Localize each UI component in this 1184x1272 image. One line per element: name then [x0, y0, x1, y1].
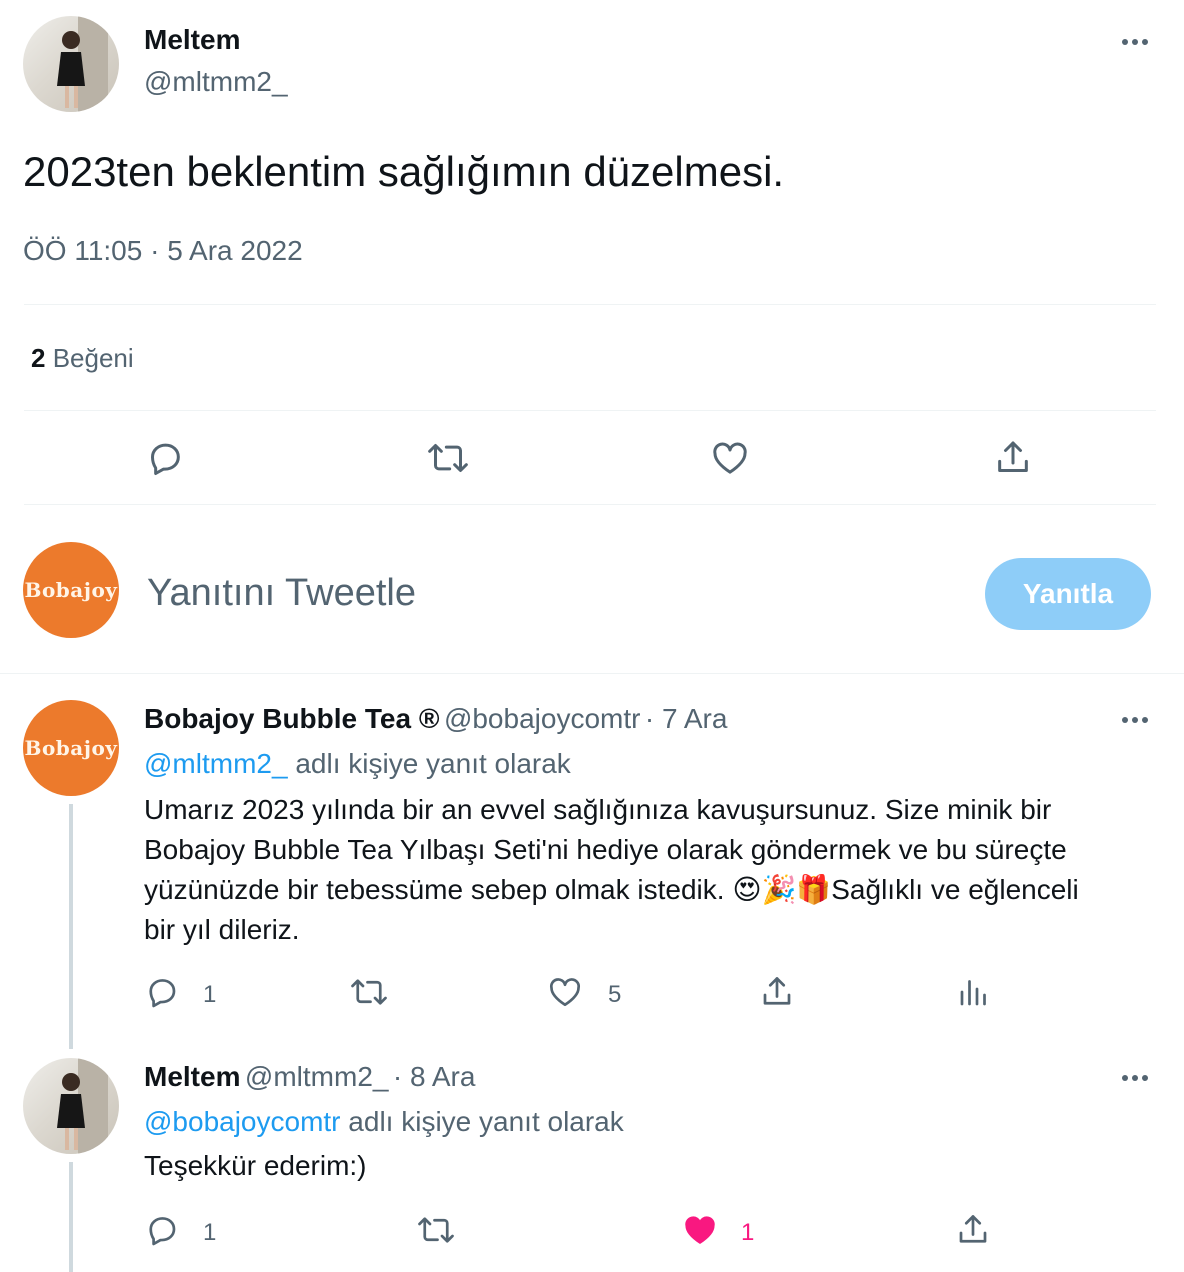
more-options-icon[interactable] [1122, 717, 1148, 723]
mention-link[interactable]: @bobajoycomtr [144, 1106, 341, 1137]
author-avatar[interactable] [23, 16, 119, 112]
like-icon[interactable] [547, 974, 583, 1010]
reply-icon[interactable] [144, 1212, 180, 1248]
reply-icon[interactable] [145, 438, 185, 478]
tweet-text: 2023ten beklentim sağlığımın düzelmesi. [23, 148, 785, 195]
likes-count: 2 [31, 343, 46, 373]
reply-date[interactable]: · 7 Ara [645, 703, 727, 734]
replying-to: @bobajoycomtr adlı kişiye yanıt olarak [144, 1106, 624, 1138]
likes-label: Beğeni [52, 343, 134, 373]
reply-text-line: yüzünüzde bir tebessüme sebep olmak iste… [144, 870, 1079, 910]
replying-to: @mltmm2_ adlı kişiye yanıt olarak [144, 748, 571, 780]
reply-button[interactable]: Yanıtla [985, 558, 1151, 630]
reply-header: Bobajoy Bubble Tea ® @bobajoycomtr · 7 A… [144, 703, 727, 735]
reply-date[interactable]: · 8 Ara [393, 1061, 475, 1092]
replying-to-label: adlı kişiye yanıt olarak [295, 748, 571, 779]
reply-text-line: Bobajoy Bubble Tea Yılbaşı Seti'ni hediy… [144, 834, 1067, 865]
person-photo [57, 16, 108, 112]
brand-logo-text: Bobajoy [24, 736, 118, 760]
divider [24, 504, 1156, 505]
reply-text: Umarız 2023 yılında bir an evvel sağlığı… [144, 790, 1079, 950]
retweet-icon[interactable] [416, 1212, 456, 1248]
share-icon[interactable] [993, 438, 1033, 478]
reply-count: 1 [203, 1219, 217, 1246]
reply-text-segment: Sağlıklı ve eğlenceli [831, 874, 1079, 905]
brand-logo-text: Bobajoy [24, 578, 118, 602]
reply-header: Meltem @mltmm2_ · 8 Ara [144, 1061, 475, 1093]
reply-text: Teşekkür ederim:) [144, 1150, 367, 1181]
emoji-group: 😍🎉🎁 [732, 873, 832, 906]
reply-text-line: Umarız 2023 yılında bir an evvel sağlığı… [144, 794, 1052, 825]
reply-icon[interactable] [144, 974, 180, 1010]
like-count: 5 [608, 981, 622, 1008]
reply-compose-input[interactable]: Yanıtını Tweetle [147, 572, 416, 615]
like-icon-active[interactable] [682, 1212, 718, 1248]
divider [24, 410, 1156, 411]
reply-avatar[interactable] [23, 1058, 119, 1154]
person-photo [57, 1058, 108, 1154]
replying-to-label: adlı kişiye yanıt olarak [348, 1106, 624, 1137]
thread-line [69, 1162, 73, 1272]
more-options-icon[interactable] [1122, 39, 1148, 45]
reply-author-handle[interactable]: @bobajoycomtr [444, 703, 641, 734]
thread-line [69, 804, 73, 1049]
reply-text-segment: yüzünüzde bir tebessüme sebep olmak iste… [144, 874, 733, 905]
analytics-icon[interactable] [956, 974, 992, 1010]
reply-text-line: bir yıl dileriz. [144, 914, 300, 945]
author-handle[interactable]: @mltmm2_ [144, 66, 288, 98]
reply-author-name[interactable]: Bobajoy Bubble Tea ® [144, 703, 439, 734]
retweet-icon[interactable] [426, 438, 470, 478]
likes-stat[interactable]: 2 Beğeni [31, 343, 134, 374]
reply-avatar[interactable]: Bobajoy [23, 700, 119, 796]
share-icon[interactable] [759, 974, 795, 1010]
share-icon[interactable] [955, 1212, 991, 1248]
more-options-icon[interactable] [1122, 1075, 1148, 1081]
current-user-avatar[interactable]: Bobajoy [23, 542, 119, 638]
reply-count: 1 [203, 981, 217, 1008]
mention-link[interactable]: @mltmm2_ [144, 748, 288, 779]
retweet-icon[interactable] [349, 974, 389, 1010]
divider [24, 304, 1156, 305]
reply-author-name[interactable]: Meltem [144, 1061, 240, 1092]
like-count: 1 [741, 1219, 755, 1246]
reply-author-handle[interactable]: @mltmm2_ [245, 1061, 389, 1092]
author-name[interactable]: Meltem [144, 24, 240, 56]
tweet-timestamp[interactable]: ÖÖ 11:05 · 5 Ara 2022 [23, 235, 303, 267]
divider [0, 673, 1184, 674]
like-icon[interactable] [710, 438, 750, 478]
